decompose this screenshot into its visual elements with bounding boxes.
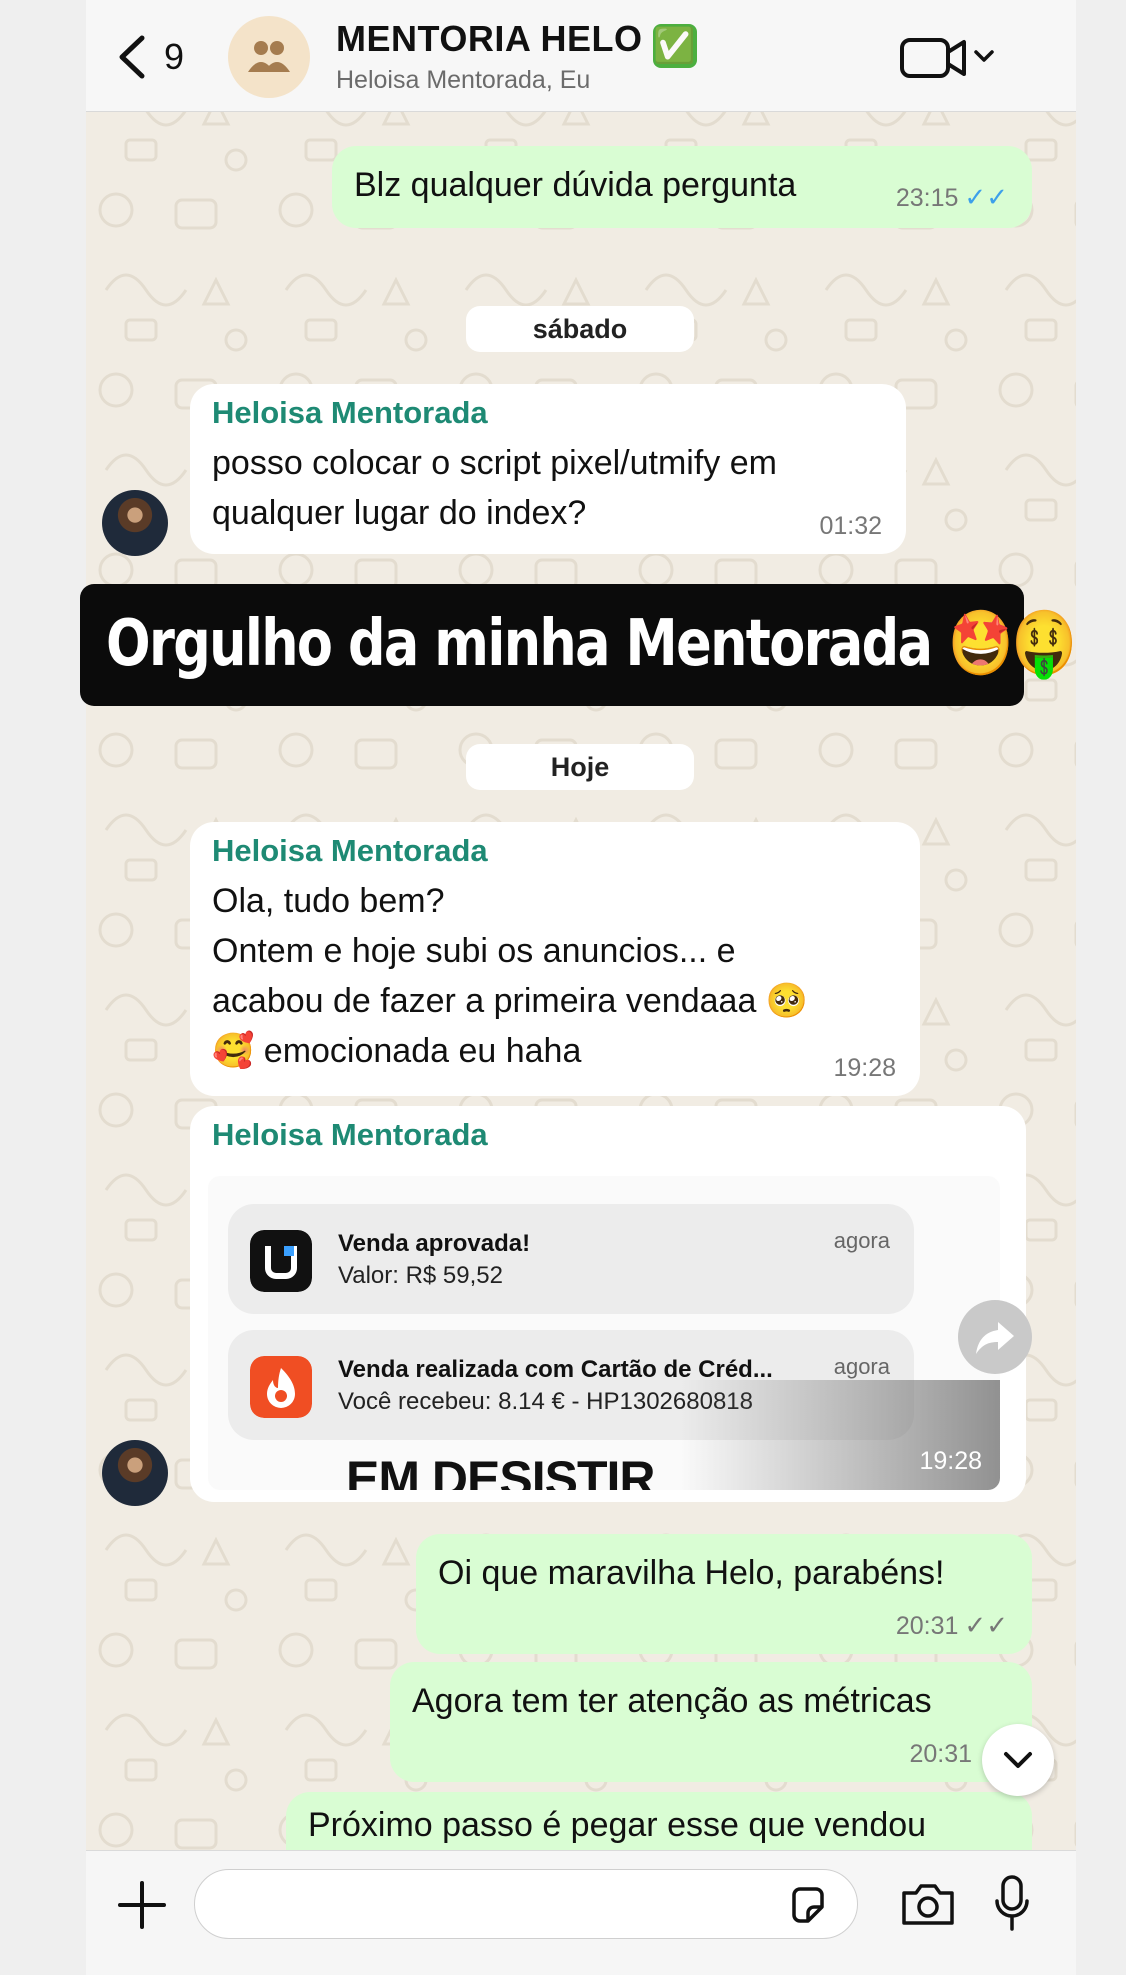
forward-icon [976,1322,1014,1354]
incoming-message[interactable]: Heloisa Mentorada posso colocar o script… [190,384,906,554]
notification-card: Venda aprovada! Valor: R$ 59,52 agora [228,1204,914,1314]
chevron-down-icon [974,50,994,62]
message-text-line: posso colocar o script pixel/utmify em [212,444,777,482]
notification-title: Venda aprovada! [338,1230,531,1257]
chat-title[interactable]: MENTORIA HELO ✅ [336,18,697,68]
camera-icon[interactable] [900,1881,956,1927]
message-text: Oi que maravilha Helo, parabéns! [438,1554,945,1592]
message-time: 19:28 [919,1447,982,1475]
notification-time: agora [833,1354,890,1379]
message-time: 20:31 [895,1612,959,1640]
message-meta: 20:31 ✓✓ [896,1611,1008,1640]
microphone-icon[interactable] [994,1875,1030,1931]
message-text: Agora tem ter atenção as métricas [412,1682,932,1720]
message-time: 20:31 [909,1740,972,1768]
caption-banner: Orgulho da minha Mentorada 🤩🤑 [80,584,1077,706]
outgoing-message[interactable]: Agora tem ter atenção as métricas 20:31 [390,1662,1032,1782]
banner-text: Orgulho da minha Mentorada 🤩🤑 [106,607,1077,681]
message-time: 19:28 [833,1054,896,1082]
verified-badge: ✅ [652,24,697,68]
notification-body: Valor: R$ 59,52 [338,1262,503,1289]
incoming-message[interactable]: Heloisa Mentorada Ola, tudo bem? Ontem e… [190,822,920,1096]
avatar[interactable] [102,490,168,556]
message-text: Blz qualquer dúvida pergunta [354,166,797,204]
hotmart-app-icon [250,1356,312,1418]
chat-header: 9 MENTORIA HELO ✅ Heloisa Mentorada, Eu [86,0,1076,112]
message-time: 01:32 [819,512,882,540]
chevron-down-icon [1004,1752,1032,1768]
chat-title-text: MENTORIA HELO [336,18,643,59]
delivered-ticks-icon: ✓✓ [964,1610,1008,1640]
message-input[interactable] [194,1869,858,1939]
sender-name[interactable]: Heloisa Mentorada [212,832,898,870]
message-time: 23:15 [895,184,959,212]
forward-button[interactable] [958,1300,1032,1374]
image-overlay-text: EM DESISTIR [346,1451,655,1490]
date-separator: sábado [466,306,694,352]
outgoing-message[interactable]: Blz qualquer dúvida pergunta 23:15 ✓✓ [332,146,1032,228]
incoming-image-message[interactable]: Heloisa Mentorada Venda aprovada! Valor:… [190,1106,1026,1502]
message-text-line: qualquer lugar do index? [212,494,587,532]
notification-time: agora [833,1228,890,1253]
group-icon [248,41,290,72]
date-separator: Hoje [466,744,694,790]
notification-screenshot[interactable]: Venda aprovada! Valor: R$ 59,52 agora Ve… [208,1176,1000,1490]
scroll-down-button[interactable] [982,1724,1054,1796]
utmify-app-icon [250,1230,312,1292]
read-ticks-icon: ✓✓ [964,182,1008,212]
chat-participants[interactable]: Heloisa Mentorada, Eu [336,66,590,95]
message-text: Próximo passo é pegar esse que vendou [308,1806,927,1844]
chat-screen: 9 MENTORIA HELO ✅ Heloisa Mentorada, Eu B… [86,0,1076,1975]
avatar[interactable] [102,1440,168,1506]
sender-name[interactable]: Heloisa Mentorada [212,394,884,432]
video-call-icon[interactable] [900,34,994,82]
chevron-left-icon[interactable] [114,34,154,80]
message-meta: 23:15 ✓✓ [896,183,1008,212]
message-text-line: acabou de fazer a primeira vendaaa 🥺 [212,982,809,1020]
outgoing-message[interactable]: Oi que maravilha Helo, parabéns! 20:31 ✓✓ [416,1534,1032,1654]
group-avatar[interactable] [228,16,310,98]
sender-name[interactable]: Heloisa Mentorada [212,1116,488,1154]
message-text-line: Ola, tudo bem? [212,882,445,920]
sticker-icon[interactable] [788,1885,828,1925]
message-composer [86,1850,1076,1975]
message-text-line: Ontem e hoje subi os anuncios... e [212,932,736,970]
plus-icon[interactable] [116,1879,168,1931]
message-text-line: 🥰 emocionada eu haha [212,1032,582,1070]
unread-count[interactable]: 9 [164,36,184,78]
